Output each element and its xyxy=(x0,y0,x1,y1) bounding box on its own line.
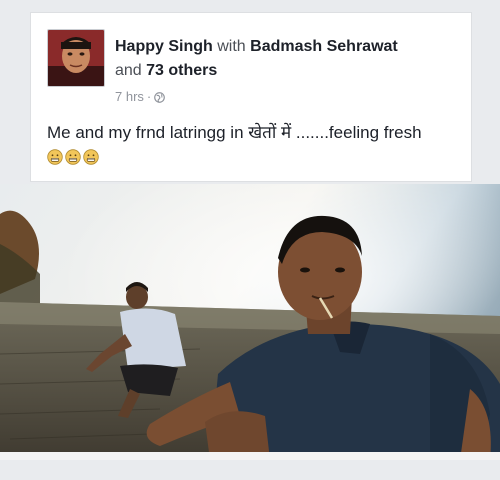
status-text: Me and my frnd latringg in खेतों में ...… xyxy=(47,121,461,169)
emoji-group xyxy=(47,148,99,165)
with-text: with xyxy=(217,38,246,55)
globe-icon[interactable] xyxy=(154,91,166,103)
tagged-friend-link[interactable]: Badmash Sehrawat xyxy=(250,38,398,55)
post-photo[interactable] xyxy=(0,184,500,460)
status-message: Me and my frnd latringg in खेतों में ...… xyxy=(47,123,422,142)
post-timestamp[interactable]: 7 hrs xyxy=(115,89,144,104)
author-name-link[interactable]: Happy Singh xyxy=(115,38,213,55)
others-link[interactable]: 73 others xyxy=(146,62,217,79)
author-avatar[interactable] xyxy=(47,29,105,87)
post-meta: 7 hrs · xyxy=(115,89,166,104)
post-card: Happy Singh with Badmash Sehrawat and 73… xyxy=(30,12,472,182)
and-text: and xyxy=(115,62,142,79)
meta-separator: · xyxy=(146,89,152,104)
grimace-emoji-icon xyxy=(83,148,99,165)
post-header: Happy Singh with Badmash Sehrawat and 73… xyxy=(115,35,461,83)
grimace-emoji-icon xyxy=(65,148,81,165)
grimace-emoji-icon xyxy=(47,148,63,165)
